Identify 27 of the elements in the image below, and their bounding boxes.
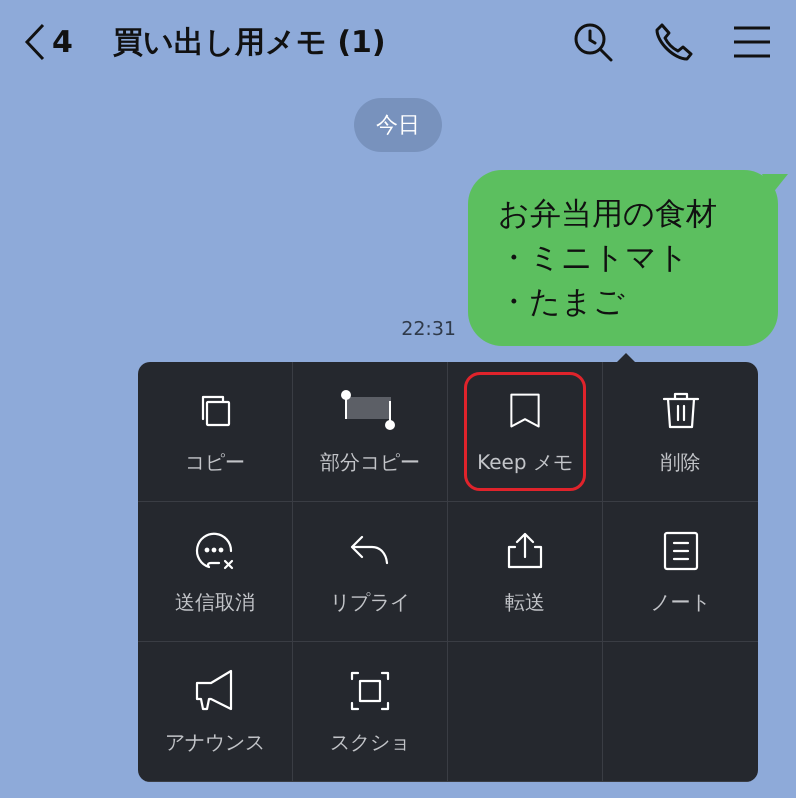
menu-item[interactable]: 削除: [646, 377, 714, 486]
date-chip: 今日: [354, 98, 442, 152]
message-bubble[interactable]: お弁当用の食材 ・ミニトマト ・たまご: [468, 170, 778, 346]
menu-item[interactable]: ノート: [638, 517, 722, 626]
menu-item[interactable]: Keep メモ: [464, 372, 586, 491]
search-icon: [572, 21, 614, 63]
message-text: お弁当用の食材: [498, 195, 718, 234]
search-button[interactable]: [572, 21, 614, 63]
message-text: ・ミニトマト: [498, 239, 690, 278]
menu-icon: [734, 25, 770, 59]
message-time: 22:31: [401, 318, 456, 340]
screenshot-icon: [348, 669, 392, 713]
message-text: ・たまご: [498, 283, 626, 322]
menu-button[interactable]: [734, 25, 770, 59]
menu-item[interactable]: 部分コピー: [308, 377, 432, 486]
chat-title: 買い出し用メモ (1): [112, 24, 387, 62]
unread-count: 4: [52, 24, 73, 60]
phone-icon: [654, 22, 694, 62]
call-button[interactable]: [654, 22, 694, 62]
menu-item[interactable]: リプライ: [318, 517, 422, 626]
menu-item[interactable]: コピー: [173, 377, 257, 486]
menu-item[interactable]: 転送: [491, 517, 559, 626]
menu-item[interactable]: アナウンス: [153, 657, 277, 766]
menu-item[interactable]: スクショ: [318, 657, 422, 766]
back-icon: [24, 23, 46, 61]
menu-item[interactable]: 送信取消: [163, 517, 267, 626]
back-button[interactable]: 4: [24, 23, 73, 61]
